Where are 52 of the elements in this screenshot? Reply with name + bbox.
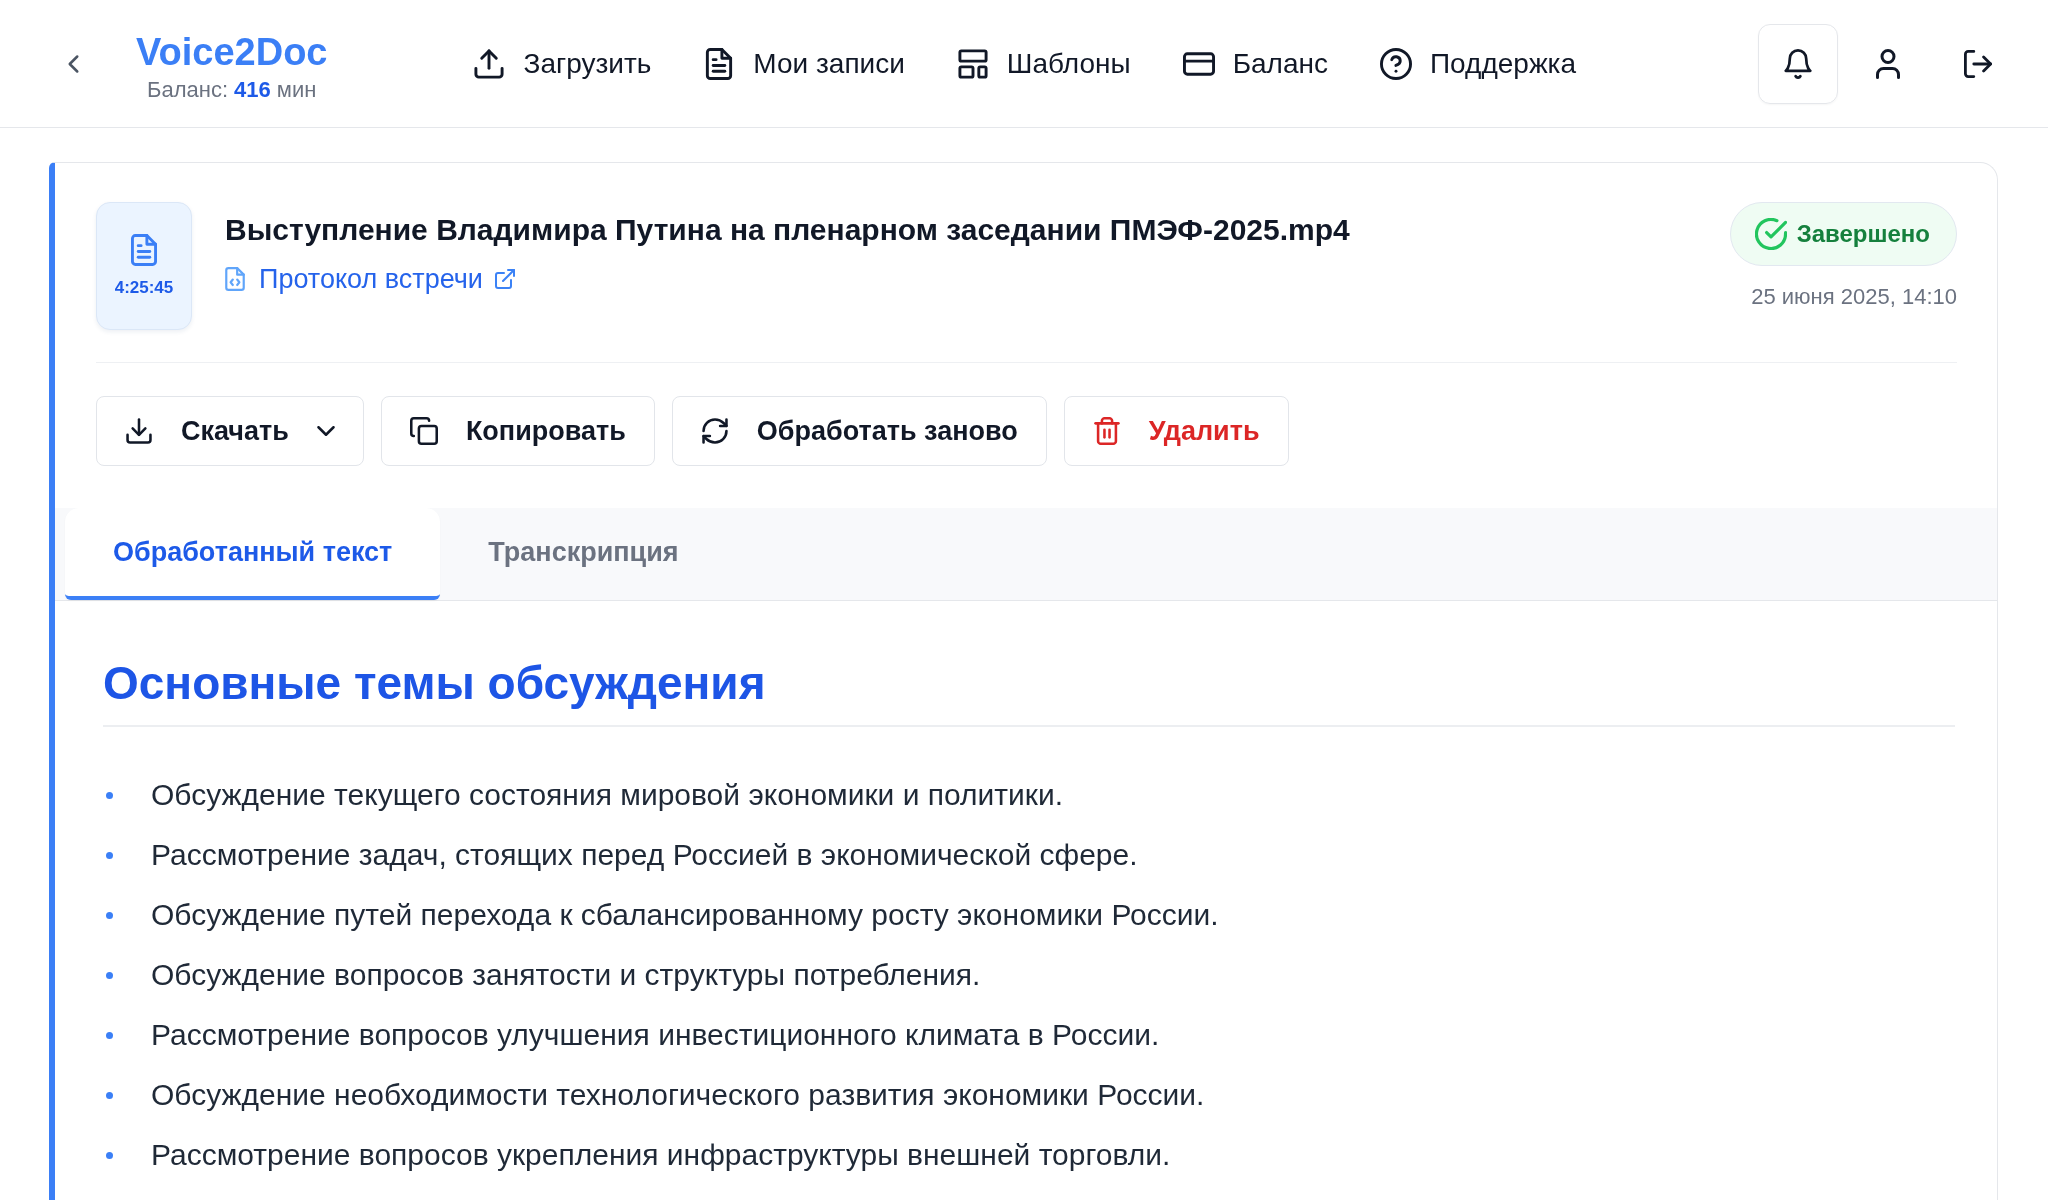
help-icon [1380,47,1412,80]
check-circle-icon [1754,218,1787,250]
balance-label: Баланс: [147,75,229,104]
bullet-icon [106,971,113,979]
nav-link[interactable]: Мои записи [703,47,905,80]
tab[interactable]: Обработанный текст [65,508,441,600]
nav-link[interactable]: Баланс [1182,47,1328,80]
list-item-text: Обсуждение вопросов занятости и структуры потребления. [151,958,981,992]
external-link-icon[interactable] [494,269,515,289]
bullet-icon [106,911,113,919]
list-item-text: Рассмотрение задач, стоящих перед Россией в экономической сфере. [151,838,1138,872]
document-icon [131,234,157,266]
code-file-icon [225,267,245,291]
list-item-text: Обсуждение путей перехода к сбалансированному росту экономики России. [151,898,1219,932]
download-icon [125,417,153,445]
refresh-icon [700,417,729,445]
copy-icon [409,417,438,445]
upload-icon [473,47,506,80]
copy-button[interactable]: Копировать [380,396,655,466]
date-label: 25 июня 2025, 14:10 [1751,284,1957,310]
file-title: Выступление Владимира Путина на пленарном заседании ПМЭФ-2025.mp4 [225,212,1350,248]
duration-label: 4:25:45 [114,278,174,298]
balance-unit: мин [276,75,317,104]
protocol-link[interactable]: Протокол встречи [259,262,483,296]
user-icon [1874,48,1902,79]
nav-link[interactable]: Поддержка [1380,47,1577,80]
section-heading: Основные темы обсуждения [103,653,1955,727]
reprocess-button[interactable]: Обработать заново [671,396,1047,466]
chevron-left-icon [66,53,80,74]
trash-icon [1092,417,1121,445]
notifications-button[interactable] [1758,23,1838,104]
list-item-text: Обсуждение необходимости технологического развития экономики России. [151,1078,1205,1112]
app-logo[interactable]: Voice2Doc [136,28,328,75]
layout-icon [956,47,989,80]
bullet-icon [106,1091,113,1099]
tab[interactable]: Транскрипция [440,508,727,600]
bell-icon [1784,48,1812,79]
list-item-text: Обсуждение текущего состояния мировой экономики и политики. [151,778,1064,812]
list-item-text: Рассмотрение вопросов укрепления инфраструктуры внешней торговли. [151,1138,1171,1172]
list-item-text: Рассмотрение вопросов улучшения инвестиционного климата в России. [151,1018,1160,1052]
nav-link[interactable]: Шаблоны [956,47,1131,80]
status-label: Завершено [1796,220,1930,248]
bullet-icon [106,1031,113,1039]
balance-value: 416 [234,75,271,104]
logout-icon [1964,48,1992,79]
bullet-icon [106,1151,113,1159]
bullet-icon [106,851,113,859]
delete-button[interactable]: Удалить [1063,396,1289,466]
download-button[interactable]: Скачать [96,396,364,466]
caret-icon [316,426,335,436]
bullet-icon [106,791,113,799]
nav-link[interactable]: Загрузить [473,47,652,80]
